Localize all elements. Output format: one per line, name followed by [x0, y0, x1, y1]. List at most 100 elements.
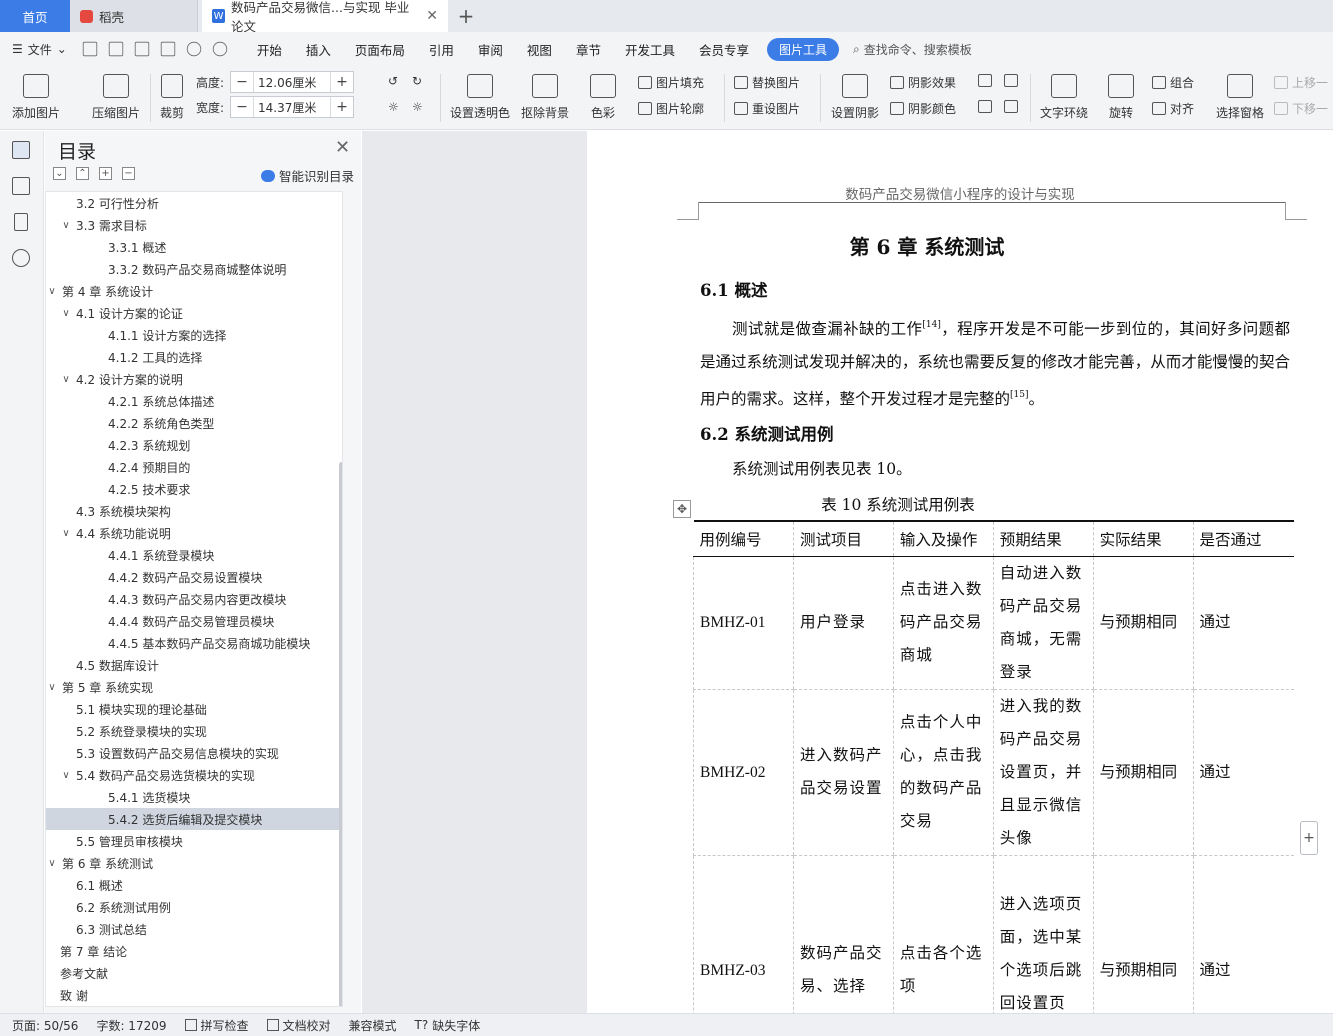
compress-image-button[interactable]: 压缩图片 — [92, 74, 140, 121]
new-tab-button[interactable]: + — [448, 0, 484, 32]
table-cell[interactable]: 点击个人中心，点击我的数码产品交易 — [892, 689, 994, 856]
chevron-down-icon[interactable]: ∨ — [60, 308, 72, 319]
toc-item[interactable]: ∨ 第 6 章 系统测试 — [46, 852, 342, 874]
toc-panel-icon[interactable] — [12, 141, 30, 159]
toc-item[interactable]: ∨ 4.2 设计方案的说明 — [46, 368, 342, 390]
document-page[interactable]: 数码产品交易微信小程序的设计与实现 第 6 章 系统测试 6.1 概述 测试就是… — [587, 131, 1333, 1013]
toc-item[interactable]: 6.1 概述 — [46, 874, 342, 896]
print-icon[interactable] — [134, 41, 150, 57]
text-wrap-button[interactable]: 文字环绕 — [1040, 74, 1088, 121]
height-input[interactable]: 12.06厘米 — [253, 72, 331, 92]
chevron-down-icon[interactable]: ∨ — [46, 286, 58, 297]
toc-item[interactable]: 5.1 模块实现的理论基础 — [46, 698, 342, 720]
table-cell[interactable]: BMHZ-01 — [693, 556, 794, 690]
remove-background-button[interactable]: 抠除背景 — [521, 74, 569, 121]
chevron-down-icon[interactable]: ∨ — [46, 858, 58, 869]
menu-tab[interactable]: 插入 — [306, 40, 331, 59]
toc-item[interactable]: 致 谢 — [46, 984, 342, 1006]
doc-proof-toggle[interactable]: 文档校对 — [266, 1017, 331, 1034]
image-outline-button[interactable]: 图片轮廓 — [638, 100, 704, 117]
table-cell[interactable]: 通过 — [1192, 556, 1294, 690]
chevron-down-icon[interactable]: ∨ — [60, 374, 72, 385]
width-stepper[interactable]: −14.37厘米 + — [230, 96, 354, 118]
toc-item[interactable]: 4.4.2 数码产品交易设置模块 — [46, 566, 342, 588]
toc-item[interactable]: 4.5 数据库设计 — [46, 654, 342, 676]
missing-font-button[interactable]: T? 缺失字体 — [415, 1017, 481, 1034]
toc-item[interactable]: 4.1.2 工具的选择 — [46, 346, 342, 368]
remove-icon[interactable]: − — [122, 167, 135, 180]
table-cell[interactable]: 进入我的数码产品交易设置页，并且显示微信头像 — [992, 689, 1094, 856]
height-stepper[interactable]: −12.06厘米 + — [230, 71, 354, 93]
table-cell[interactable]: BMHZ-02 — [693, 689, 794, 856]
undo-icon[interactable] — [186, 41, 202, 57]
chevron-down-icon[interactable]: ∨ — [60, 770, 72, 781]
toc-item[interactable]: 第 7 章 结论 — [46, 940, 342, 962]
crop-button[interactable]: 裁剪 — [160, 74, 184, 121]
table-cell[interactable]: 与预期相同 — [1092, 855, 1194, 1013]
tab-picture-tools[interactable]: 图片工具 — [766, 37, 839, 61]
toc-item[interactable]: ∨ 4.1 设计方案的论证 — [46, 302, 342, 324]
toc-scrollbar[interactable] — [339, 462, 342, 1006]
table-cell[interactable]: 与预期相同 — [1092, 689, 1194, 856]
set-transparent-button[interactable]: 设置透明色 — [450, 74, 510, 121]
toc-item[interactable]: 4.2.1 系统总体描述 — [46, 390, 342, 412]
bring-forward-button[interactable]: 上移一 — [1274, 74, 1328, 91]
toc-item[interactable]: 5.4.2 选货后编辑及提交模块 — [46, 808, 342, 830]
toc-item[interactable]: 5.5 管理员审核模块 — [46, 830, 342, 852]
rotate-right-button[interactable]: ↻ — [412, 74, 422, 88]
shadow-nudge-down[interactable] — [1004, 74, 1018, 87]
menu-tab[interactable]: 审阅 — [478, 40, 503, 59]
set-shadow-button[interactable]: 设置阴影 — [831, 74, 879, 121]
reset-image-button[interactable]: 重设图片 — [734, 100, 800, 117]
spell-check-toggle[interactable]: 拼写检查 — [184, 1017, 249, 1034]
shadow-nudge-left[interactable] — [978, 100, 992, 113]
toc-item[interactable]: 3.3.2 数码产品交易商城整体说明 — [46, 258, 342, 280]
toc-item[interactable]: 4.2.4 预期目的 — [46, 456, 342, 478]
table-cell[interactable]: 用户登录 — [792, 556, 894, 690]
shadow-nudge-up[interactable] — [978, 74, 992, 87]
add-row-button[interactable]: + — [1300, 821, 1318, 855]
table-cell[interactable]: 自动进入数码产品交易商城，无需登录 — [992, 556, 1094, 690]
menu-tab[interactable]: 引用 — [429, 40, 454, 59]
toc-item[interactable]: 6.3 测试总结 — [46, 918, 342, 940]
menu-tab[interactable]: 页面布局 — [355, 40, 405, 59]
toc-item[interactable]: 3.2 可行性分析 — [46, 192, 342, 214]
print-preview-icon[interactable] — [160, 41, 176, 57]
toc-item[interactable]: 3.3.1 概述 — [46, 236, 342, 258]
toc-item[interactable]: 6.2 系统测试用例 — [46, 896, 342, 918]
toc-item[interactable]: 4.1.1 设计方案的选择 — [46, 324, 342, 346]
plus-icon[interactable]: + — [331, 99, 353, 115]
close-icon[interactable]: ✕ — [426, 8, 438, 24]
table-cell[interactable]: 通过 — [1192, 855, 1294, 1013]
page-indicator[interactable]: 页面: 50/56 — [12, 1017, 78, 1034]
send-backward-button[interactable]: 下移一 — [1274, 100, 1328, 117]
toc-item[interactable]: 5.3 设置数码产品交易信息模块的实现 — [46, 742, 342, 764]
toc-item[interactable]: 4.3 系统模块架构 — [46, 500, 342, 522]
menu-tab[interactable]: 开始 — [257, 40, 282, 59]
close-icon[interactable]: ✕ — [335, 137, 350, 158]
table-cell[interactable]: BMHZ-03 — [693, 855, 794, 1013]
table-cell[interactable]: 点击各个选项 — [892, 855, 994, 1013]
toc-item[interactable]: 参考文献 — [46, 962, 342, 984]
add-icon[interactable]: + — [99, 167, 112, 180]
navigation-icon[interactable] — [12, 177, 30, 195]
toc-item[interactable]: 5.2 系统登录模块的实现 — [46, 720, 342, 742]
bookmark-icon[interactable] — [14, 213, 28, 231]
table-cell[interactable]: 通过 — [1192, 689, 1294, 856]
selection-pane-button[interactable]: 选择窗格 — [1216, 74, 1264, 121]
contrast-button[interactable]: ☼ — [412, 100, 423, 114]
toc-item[interactable]: 4.2.3 系统规划 — [46, 434, 342, 456]
toc-item[interactable]: 5.4.1 选货模块 — [46, 786, 342, 808]
table-cell[interactable]: 与预期相同 — [1092, 556, 1194, 690]
table-cell[interactable]: 进入数码产品交易设置 — [792, 689, 894, 856]
width-input[interactable]: 14.37厘米 — [253, 97, 331, 117]
menu-tab[interactable]: 视图 — [527, 40, 552, 59]
add-image-button[interactable]: 添加图片 — [12, 74, 60, 121]
minus-icon[interactable]: − — [231, 74, 253, 90]
menu-tab[interactable]: 会员专享 — [699, 40, 749, 59]
align-button[interactable]: 对齐 — [1152, 100, 1194, 117]
redo-icon[interactable] — [212, 41, 228, 57]
rotate-button[interactable]: 旋转 — [1108, 74, 1134, 121]
toc-item[interactable]: 4.4.3 数码产品交易内容更改模块 — [46, 588, 342, 610]
format-painter-icon[interactable] — [108, 41, 124, 57]
